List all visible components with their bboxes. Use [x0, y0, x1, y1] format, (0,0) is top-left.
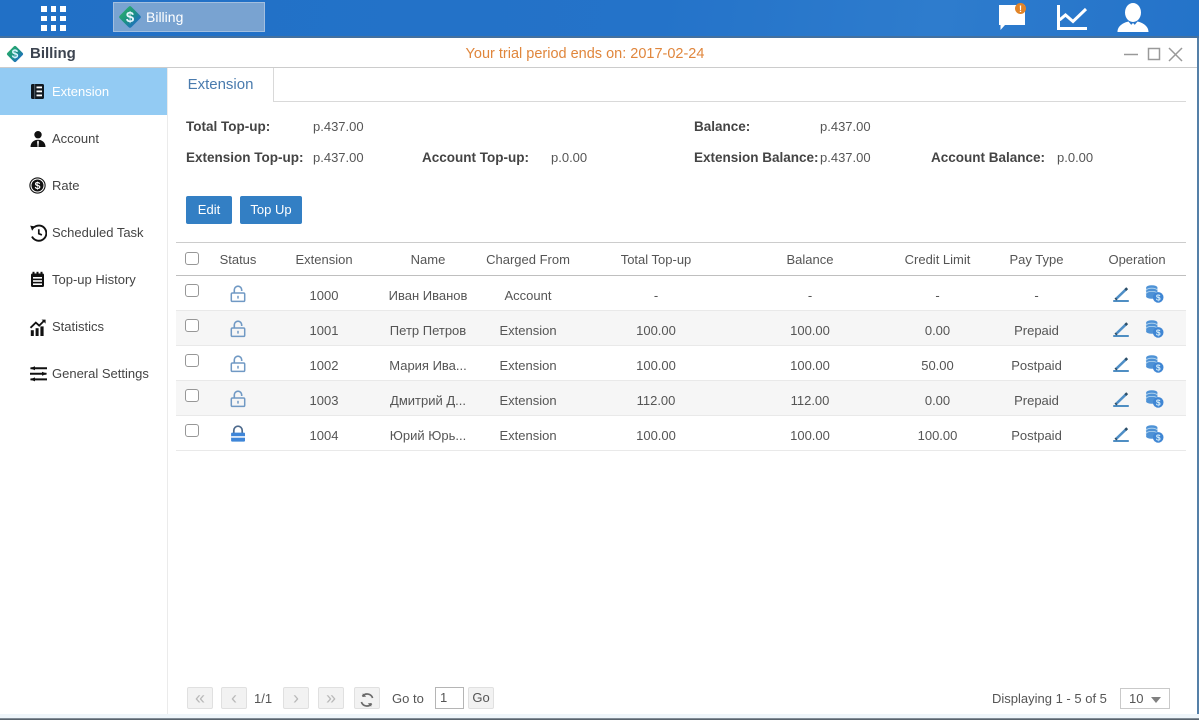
- svg-text:$: $: [35, 180, 41, 192]
- svg-text:$: $: [1156, 362, 1161, 372]
- svg-text:$: $: [126, 9, 135, 26]
- svg-text:!: !: [1019, 4, 1022, 14]
- svg-text:$: $: [1156, 432, 1161, 442]
- svg-text:$: $: [1156, 327, 1161, 337]
- svg-text:$: $: [1156, 397, 1161, 407]
- svg-text:$: $: [1156, 292, 1161, 302]
